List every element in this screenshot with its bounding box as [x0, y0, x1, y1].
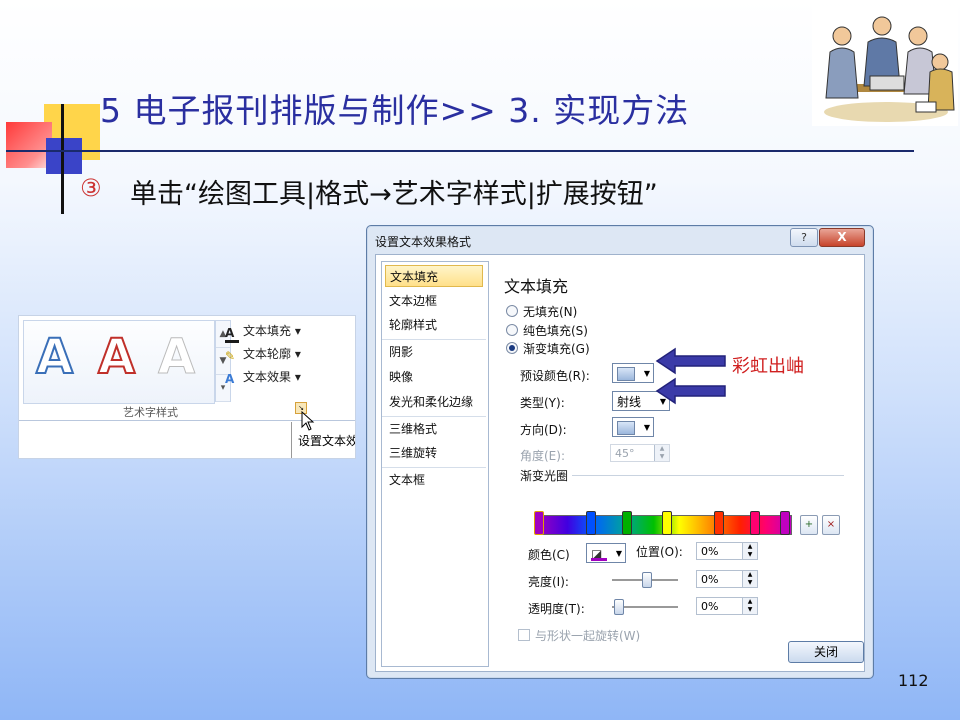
angle-spinner: 45° ▲ ▼ — [610, 444, 670, 462]
remove-stop-icon[interactable]: × — [822, 515, 840, 535]
nav-divider — [382, 416, 486, 417]
slide-title: 5 电子报刊排版与制作>> 3. 实现方法 — [100, 91, 690, 130]
wordart-style-gray-outline[interactable]: A — [157, 329, 195, 386]
decor-blue-square — [46, 138, 82, 174]
direction-dropdown[interactable]: ▼ — [612, 417, 654, 437]
gradient-stop[interactable] — [586, 511, 596, 535]
wordart-ribbon-panel: A A A ▲ ▼ ▾ A 文本填充 ▾ ✎ 文本轮廓 ▾ A 文本效果 ▾ 艺术字样… — [18, 315, 356, 459]
text-fill-pane: 文本填充 无填充(N) 纯色填充(S) 渐变填充(G) 预设颜色(R): ▼ 类… — [502, 261, 858, 665]
text-effects-menu[interactable]: A 文本效果 ▾ — [225, 368, 301, 386]
nav-3d-format[interactable]: 三维格式 — [385, 418, 483, 440]
color-bar — [591, 558, 607, 561]
business-people-clipart-icon — [812, 6, 958, 126]
radio-dot-selected — [506, 342, 518, 354]
color-picker-button[interactable]: ◪ ▼ — [586, 543, 626, 563]
help-button[interactable]: ? — [790, 228, 818, 247]
radio-dot — [506, 305, 518, 317]
angle-label: 角度(E): — [520, 449, 565, 463]
text-fill-icon: A — [225, 326, 239, 343]
brightness-slider-thumb[interactable] — [642, 572, 652, 588]
chevron-down-icon: ▼ — [643, 423, 650, 432]
spinner-arrows-icon[interactable]: ▲ ▼ — [742, 543, 757, 559]
close-button[interactable]: 关闭 — [788, 641, 864, 663]
spinner-arrows-icon[interactable]: ▲ ▼ — [742, 571, 757, 587]
nav-text-fill[interactable]: 文本填充 — [385, 265, 483, 287]
gradient-stop-selected[interactable] — [534, 511, 544, 535]
section-divider — [572, 475, 844, 476]
nav-divider — [382, 339, 486, 340]
position-spinner[interactable]: 0% ▲ ▼ — [696, 542, 758, 560]
spinner-arrows-icon: ▲ ▼ — [654, 445, 669, 461]
preset-colors-dropdown[interactable]: ▼ — [612, 363, 654, 383]
direction-swatch-icon — [617, 421, 635, 435]
bullet-number: ③ — [80, 174, 102, 202]
text-outline-icon: ✎ — [225, 349, 236, 363]
text-effects-icon: A — [225, 372, 235, 386]
brightness-spinner[interactable]: 0% ▲ ▼ — [696, 570, 758, 588]
spinner-arrows-icon[interactable]: ▲ ▼ — [742, 598, 757, 614]
nav-divider — [382, 467, 486, 468]
annotation-label: 彩虹出岫 — [732, 356, 804, 377]
brightness-label: 亮度(I): — [528, 575, 569, 589]
color-label: 颜色(C) — [528, 548, 570, 562]
dialog-body: 文本填充 文本边框 轮廓样式 阴影 映像 发光和柔化边缘 三维格式 三维旋转 文… — [375, 254, 865, 672]
page-number: 112 — [898, 671, 929, 690]
wordart-style-gallery[interactable]: A A A — [23, 320, 215, 404]
transparency-label: 透明度(T): — [528, 602, 585, 616]
chevron-down-icon: ▼ — [643, 369, 650, 378]
direction-label: 方向(D): — [520, 423, 567, 437]
text-fill-menu[interactable]: A 文本填充 ▾ — [225, 322, 301, 343]
bullet-text: 单击“绘图工具|格式→艺术字样式|扩展按钮” — [130, 179, 658, 210]
gradient-fill-radio[interactable]: 渐变填充(G) — [506, 340, 590, 357]
add-stop-icon[interactable]: + — [800, 515, 818, 535]
gradient-stop[interactable] — [714, 511, 724, 535]
category-nav: 文本填充 文本边框 轮廓样式 阴影 映像 发光和柔化边缘 三维格式 三维旋转 文… — [381, 261, 489, 667]
wordart-style-blue-outline[interactable]: A — [35, 328, 74, 386]
solid-fill-radio[interactable]: 纯色填充(S) — [506, 322, 588, 339]
nav-reflection[interactable]: 映像 — [385, 366, 483, 388]
radio-dot — [506, 324, 518, 336]
pane-heading: 文本填充 — [504, 277, 569, 296]
arrow-left-icon — [655, 347, 726, 405]
decor-horizontal-line — [6, 150, 914, 152]
no-fill-radio[interactable]: 无填充(N) — [506, 303, 577, 320]
close-icon[interactable]: X — [819, 228, 865, 247]
nav-glow-soft-edges[interactable]: 发光和柔化边缘 — [385, 391, 483, 413]
nav-outline-style[interactable]: 轮廓样式 — [385, 314, 483, 336]
gradient-stop[interactable] — [750, 511, 760, 535]
position-label: 位置(O): — [636, 545, 683, 559]
gradient-stop[interactable] — [780, 511, 790, 535]
dialog-title: 设置文本效果格式 — [375, 235, 472, 249]
transparency-spinner[interactable]: 0% ▲ ▼ — [696, 597, 758, 615]
format-text-effects-dialog: 设置文本效果格式 ? X 文本填充 文本边框 轮廓样式 阴影 映像 发光和柔化边… — [366, 225, 874, 679]
paint-bucket-icon: ◪ — [591, 547, 603, 561]
decor-vertical-line — [61, 104, 64, 214]
transparency-slider-thumb[interactable] — [614, 599, 624, 615]
wordart-style-red-outline[interactable]: A — [97, 328, 136, 386]
type-label: 类型(Y): — [520, 396, 565, 410]
gradient-stop[interactable] — [622, 511, 632, 535]
mouse-cursor-icon — [301, 411, 315, 431]
preset-swatch-icon — [617, 367, 635, 381]
checkbox-icon — [518, 629, 530, 641]
rotate-with-shape-checkbox: 与形状一起旋转(W) — [518, 627, 640, 644]
nav-text-box[interactable]: 文本框 — [385, 469, 483, 491]
preset-colors-label: 预设颜色(R): — [520, 369, 590, 383]
gradient-stops-label: 渐变光圈 — [520, 469, 569, 483]
gradient-stop[interactable] — [662, 511, 672, 535]
text-outline-menu[interactable]: ✎ 文本轮廓 ▾ — [225, 345, 301, 363]
nav-text-border[interactable]: 文本边框 — [385, 290, 483, 312]
nav-shadow[interactable]: 阴影 — [385, 341, 483, 363]
nav-3d-rotation[interactable]: 三维旋转 — [385, 442, 483, 464]
wordart-group-label: 艺术字样式 — [123, 406, 178, 419]
chevron-down-icon: ▼ — [615, 549, 622, 558]
